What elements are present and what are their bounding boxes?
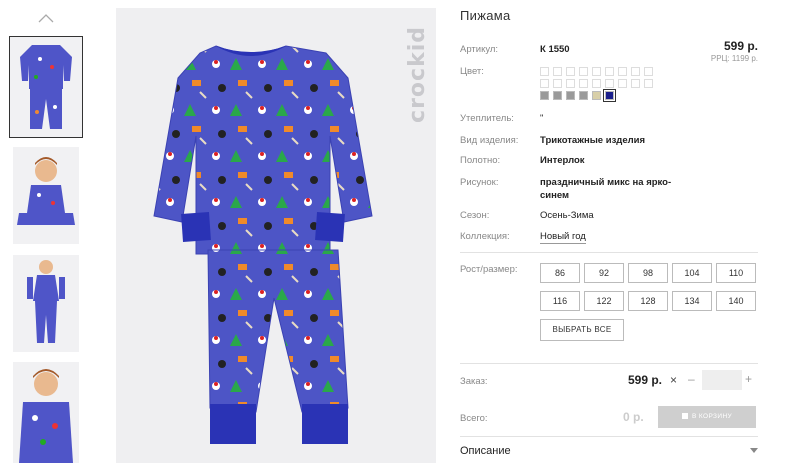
size-option[interactable]: 116 (540, 291, 580, 311)
color-swatch[interactable] (553, 79, 562, 88)
color-swatch[interactable] (553, 67, 562, 76)
multiply-sign: × (670, 373, 678, 387)
brand-logo: crockid (405, 26, 430, 123)
product-title: Пижама (460, 8, 511, 23)
thumbnail-pajama-front[interactable] (9, 36, 83, 138)
color-swatch-gray[interactable] (540, 91, 549, 100)
product-details: Пижама Артикул: К 1550 599 р. РРЦ: 1199 … (460, 0, 760, 463)
insulation-value: " (540, 113, 544, 124)
fabric-value: Интерлок (540, 155, 585, 166)
color-swatch-gray[interactable] (553, 91, 562, 100)
color-swatch[interactable] (605, 79, 614, 88)
color-swatch[interactable] (540, 79, 549, 88)
pattern-label: Рисунок: (460, 177, 499, 188)
chevron-up-icon[interactable] (37, 12, 55, 24)
order-label: Заказ: (460, 376, 488, 387)
color-swatch[interactable] (631, 79, 640, 88)
size-option[interactable]: 92 (584, 263, 624, 283)
add-to-cart-label: В КОРЗИНУ (691, 413, 733, 420)
fabric-label: Полотно: (460, 155, 501, 166)
total-price: 0 р. (623, 410, 644, 424)
insulation-label: Утеплитель: (460, 113, 514, 124)
size-option[interactable]: 128 (628, 291, 668, 311)
color-swatch[interactable] (618, 67, 627, 76)
color-swatch[interactable] (592, 79, 601, 88)
color-swatch[interactable] (644, 67, 653, 76)
size-option[interactable]: 134 (672, 291, 712, 311)
recommended-price: РРЦ: 1199 р. (710, 54, 758, 63)
thumbnail-child-portrait[interactable] (13, 362, 79, 463)
color-swatch[interactable] (631, 67, 640, 76)
order-price: 599 р. (628, 373, 663, 387)
select-all-sizes-button[interactable]: ВЫБРАТЬ ВСЕ (540, 319, 624, 341)
pattern-value-line2: синем (540, 190, 570, 201)
collection-link[interactable]: Новый год (540, 231, 586, 244)
color-swatch-gray[interactable] (579, 91, 588, 100)
size-selector: 86 92 98 104 110 116 122 128 134 140 ВЫБ… (540, 263, 760, 343)
size-option[interactable]: 122 (584, 291, 624, 311)
quantity-decrease-button[interactable]: – (688, 372, 695, 386)
pattern-value-line1: праздничный микс на ярко- (540, 177, 672, 188)
size-option[interactable]: 140 (716, 291, 756, 311)
thumbnail-child-sitting[interactable] (13, 147, 79, 244)
color-swatch[interactable] (592, 67, 601, 76)
divider (460, 436, 758, 437)
product-price: 599 р. (723, 39, 758, 53)
size-label: Рост/размер: (460, 264, 518, 275)
size-option[interactable]: 98 (628, 263, 668, 283)
article-label: Артикул: (460, 44, 499, 55)
shopping-bag-icon (681, 413, 688, 419)
total-label: Всего: (460, 413, 488, 424)
thumbnail-child-standing[interactable] (13, 255, 79, 352)
size-option[interactable]: 104 (672, 263, 712, 283)
color-swatch[interactable] (540, 67, 549, 76)
add-to-cart-button[interactable]: В КОРЗИНУ (658, 406, 756, 428)
divider (460, 252, 758, 253)
quantity-increase-button[interactable]: + (745, 372, 752, 386)
color-swatch[interactable] (566, 67, 575, 76)
color-swatch-gray[interactable] (566, 91, 575, 100)
color-swatch[interactable] (644, 79, 653, 88)
type-label: Вид изделия: (460, 135, 519, 146)
season-label: Сезон: (460, 210, 490, 221)
pajama-illustration (153, 45, 373, 444)
thumbnail-strip (9, 0, 83, 463)
season-value: Осень-Зима (540, 210, 594, 221)
color-swatch[interactable] (579, 67, 588, 76)
collection-label: Коллекция: (460, 231, 510, 242)
article-value: К 1550 (540, 44, 570, 55)
color-swatch[interactable] (618, 79, 627, 88)
color-swatch-beige[interactable] (592, 91, 601, 100)
size-option[interactable]: 86 (540, 263, 580, 283)
divider (460, 363, 758, 364)
color-swatch-blue-selected[interactable] (603, 89, 616, 102)
collection-link-text[interactable]: Новый год (540, 231, 586, 244)
main-product-image[interactable]: crockid (116, 8, 436, 463)
type-value: Трикотажные изделия (540, 135, 646, 146)
color-swatch[interactable] (566, 79, 575, 88)
description-toggle[interactable]: Описание (460, 445, 511, 457)
size-option[interactable]: 110 (716, 263, 756, 283)
color-swatch[interactable] (579, 79, 588, 88)
caret-down-icon[interactable] (750, 448, 758, 454)
color-label: Цвет: (460, 66, 484, 77)
color-swatch[interactable] (605, 67, 614, 76)
quantity-input[interactable] (702, 370, 742, 390)
